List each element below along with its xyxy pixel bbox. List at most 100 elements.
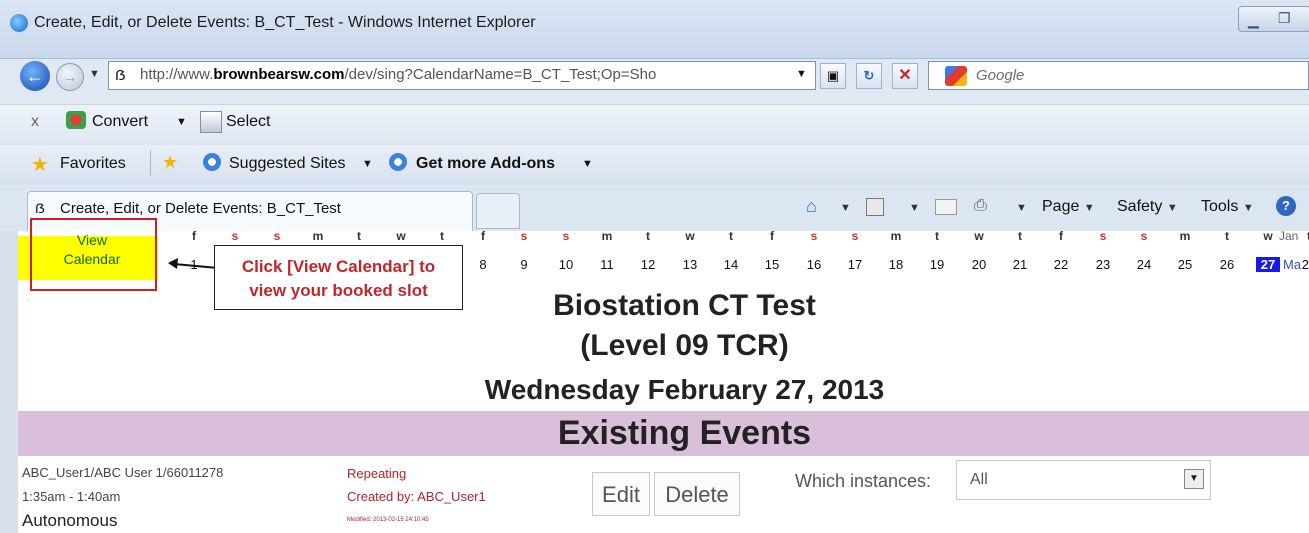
event-modified: Modified: 2013-02-15 24:10:45 (347, 517, 429, 523)
prev-month-link[interactable]: Jan (1279, 229, 1298, 243)
feeds-dropdown-icon[interactable]: ▼ (909, 202, 920, 214)
annotation-highlight-box (30, 218, 157, 291)
print-icon[interactable]: ⎙ (974, 197, 987, 215)
day-of-week-label: t (440, 229, 444, 243)
day-link-27[interactable]: 27 (1256, 257, 1280, 272)
event-repeat-status: Repeating (347, 466, 407, 481)
day-of-week-label: w (1263, 229, 1273, 243)
day-link-18[interactable]: 18 (884, 257, 908, 272)
day-link-23[interactable]: 23 (1091, 257, 1115, 272)
forward-button[interactable]: → (56, 63, 84, 91)
feeds-icon[interactable] (866, 198, 884, 216)
next-month-link[interactable]: Ma (1283, 257, 1301, 272)
refresh-icon[interactable]: ↻ (856, 63, 882, 89)
tools-menu-label: Tools (1201, 198, 1239, 215)
day-of-week-label: s (562, 229, 570, 243)
close-toolbar-icon[interactable]: x (31, 113, 39, 131)
history-dropdown-icon[interactable]: ▼ (89, 68, 100, 80)
chevron-down-icon: ▼ (1166, 202, 1178, 214)
stop-icon[interactable]: ✕ (892, 63, 918, 89)
minimize-icon[interactable]: ▁ (1248, 12, 1270, 28)
day-of-week-label: s (1140, 229, 1148, 243)
day-of-week-label: t (1225, 229, 1229, 243)
day-link-20[interactable]: 20 (967, 257, 991, 272)
google-icon (945, 66, 967, 86)
site-favicon-icon: ẞ (35, 200, 45, 216)
day-link-19[interactable]: 19 (925, 257, 949, 272)
back-button[interactable]: ← (20, 61, 50, 91)
search-placeholder[interactable]: Google (976, 67, 1024, 84)
day-link-12[interactable]: 12 (636, 257, 660, 272)
day-of-week-label: w (685, 229, 695, 243)
compatibility-view-icon[interactable]: ▣ (820, 63, 846, 89)
get-addons-link[interactable]: Get more Add-ons (416, 155, 555, 173)
day-of-week-label: t (1018, 229, 1022, 243)
new-tab-button[interactable] (476, 193, 520, 229)
favorites-star-icon[interactable]: ★ (31, 152, 49, 177)
calendar-title: Biostation CT Test (553, 289, 816, 322)
safety-menu-label: Safety (1117, 198, 1163, 215)
favorites-button[interactable]: Favorites (60, 155, 126, 173)
edit-button[interactable]: Edit (592, 472, 650, 516)
address-url[interactable]: http://www.brownbearsw.com/dev/sing?Cale… (140, 66, 800, 83)
address-dropdown-icon[interactable]: ▼ (796, 68, 807, 80)
day-link-26[interactable]: 26 (1215, 257, 1239, 272)
day-of-week-label: s (273, 229, 281, 243)
day-link-15[interactable]: 15 (760, 257, 784, 272)
day-link-11[interactable]: 11 (595, 257, 619, 272)
event-time: 1:35am - 1:40am (22, 489, 121, 504)
day-link-24[interactable]: 24 (1132, 257, 1156, 272)
day-of-week-label: t (729, 229, 733, 243)
day-of-week-label: m (1179, 229, 1191, 243)
day-link-17[interactable]: 17 (843, 257, 867, 272)
day-of-week-label: t (1299, 229, 1309, 243)
window-title: Create, Edit, or Delete Events: B_CT_Tes… (34, 14, 536, 31)
day-link-8[interactable]: 8 (471, 257, 495, 272)
maximize-icon[interactable]: ❐ (1278, 10, 1298, 26)
convert-dropdown-icon[interactable]: ▼ (176, 116, 187, 128)
day-of-week-label: s (520, 229, 528, 243)
day-of-week-label: t (646, 229, 650, 243)
instances-label: Which instances: (795, 471, 932, 491)
mail-icon[interactable] (935, 199, 957, 215)
tools-menu[interactable]: Tools ▼ (1201, 198, 1254, 216)
convert-button[interactable]: Convert (92, 113, 148, 131)
favorites-bar (0, 145, 1309, 185)
suggested-sites-link[interactable]: Suggested Sites (229, 155, 346, 173)
home-icon[interactable]: ⌂ (806, 196, 817, 217)
print-dropdown-icon[interactable]: ▼ (1016, 202, 1027, 214)
chevron-down-icon[interactable]: ▼ (1184, 469, 1204, 489)
day-of-week-label: w (974, 229, 984, 243)
tab-label[interactable]: Create, Edit, or Delete Events: B_CT_Tes… (60, 200, 341, 217)
chevron-down-icon: ▼ (1242, 202, 1254, 214)
select-button[interactable]: Select (226, 113, 270, 131)
day-link-13[interactable]: 13 (678, 257, 702, 272)
day-of-week-label: t (935, 229, 939, 243)
page-menu[interactable]: Page ▼ (1042, 198, 1095, 216)
convert-icon[interactable] (66, 111, 86, 129)
add-favorite-icon[interactable]: ★ (162, 152, 178, 173)
site-favicon-icon: ẞ (115, 67, 126, 84)
select-icon[interactable] (200, 111, 222, 133)
delete-button[interactable]: Delete (654, 472, 740, 516)
home-dropdown-icon[interactable]: ▼ (840, 202, 851, 214)
command-bar (0, 104, 1309, 145)
instances-value[interactable]: All (970, 471, 988, 489)
chevron-down-icon: ▼ (1083, 202, 1095, 214)
day-link-22[interactable]: 22 (1049, 257, 1073, 272)
day-link-21[interactable]: 21 (1008, 257, 1032, 272)
day-of-week-label: f (770, 229, 774, 243)
suggested-dropdown-icon[interactable]: ▼ (362, 158, 373, 170)
day-link-14[interactable]: 14 (719, 257, 743, 272)
day-of-week-label: w (396, 229, 406, 243)
instances-select[interactable] (956, 460, 1211, 500)
addons-dropdown-icon[interactable]: ▼ (582, 158, 593, 170)
day-link-10[interactable]: 10 (554, 257, 578, 272)
help-icon[interactable]: ? (1276, 196, 1296, 216)
day-link-16[interactable]: 16 (802, 257, 826, 272)
day-link-25[interactable]: 25 (1173, 257, 1197, 272)
day-link-9[interactable]: 9 (512, 257, 536, 272)
day-of-week-label: f (481, 229, 485, 243)
day-of-week-label: s (810, 229, 818, 243)
safety-menu[interactable]: Safety ▼ (1117, 198, 1178, 216)
